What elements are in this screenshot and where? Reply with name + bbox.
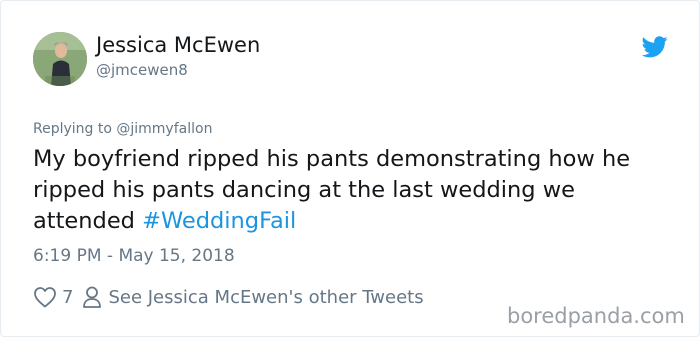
author-handle[interactable]: @jmcewen8: [96, 61, 188, 79]
replying-to[interactable]: Replying to @jimmyfallon: [33, 121, 212, 137]
like-count[interactable]: 7: [62, 287, 73, 308]
watermark: boredpanda.com: [507, 304, 685, 328]
avatar-photo: [33, 32, 87, 86]
heart-icon[interactable]: [33, 286, 57, 308]
tweet-timestamp[interactable]: 6:19 PM - May 15, 2018: [33, 246, 235, 266]
tweet-actions: 7 See Jessica McEwen's other Tweets: [33, 284, 424, 310]
tweet-card: Jessica McEwen @jmcewen8 Replying to @ji…: [0, 0, 700, 337]
twitter-bird-icon[interactable]: [641, 36, 668, 58]
other-tweets-link[interactable]: See Jessica McEwen's other Tweets: [108, 287, 423, 308]
hashtag-link[interactable]: #WeddingFail: [142, 208, 296, 234]
avatar[interactable]: [33, 32, 87, 86]
tweet-body: My boyfriend ripped his pants demonstrat…: [33, 146, 631, 234]
tweet-text: My boyfriend ripped his pants demonstrat…: [33, 144, 673, 237]
person-icon[interactable]: [82, 285, 102, 309]
author-display-name[interactable]: Jessica McEwen: [96, 33, 260, 57]
